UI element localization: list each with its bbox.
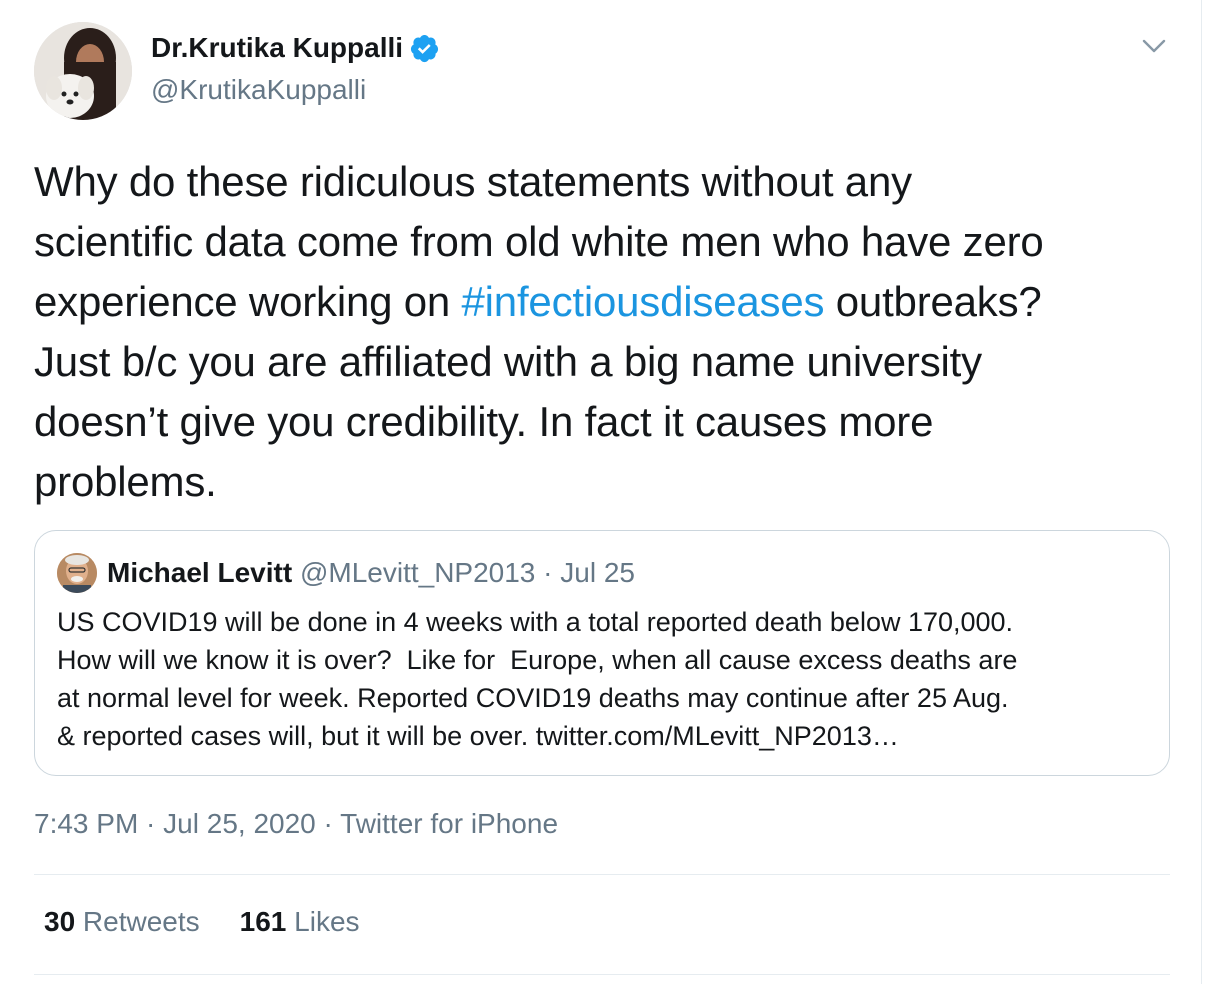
tweet-text-line: problems. [34,458,217,505]
quoted-text-line: & reported cases will, but it will be ov… [57,721,899,751]
quoted-tweet-card[interactable]: Michael Levitt @MLevitt_NP2013 · Jul 25 … [34,530,1170,776]
divider [34,974,1170,975]
quoted-tweet-header: Michael Levitt @MLevitt_NP2013 · Jul 25 [107,557,635,589]
tweet-text-line: Why do these ridiculous statements witho… [34,158,912,205]
retweets-stat[interactable]: 30 Retweets [44,906,200,938]
quoted-text-line: US COVID19 will be done in 4 weeks with … [57,607,1014,637]
quoted-author-avatar [57,553,97,593]
tweet-text-fragment: experience working on [34,278,462,325]
hashtag-link[interactable]: #infectiousdiseases [462,278,825,325]
quoted-tweet-text: US COVID19 will be done in 4 weeks with … [57,603,1157,755]
tweet-text-line: doesn’t give you credibility. In fact it… [34,398,934,445]
author-handle[interactable]: @KrutikaKuppalli [151,74,366,106]
tweet-text-line: scientific data come from old white men … [34,218,1044,265]
likes-count: 161 [239,906,287,937]
author-avatar[interactable] [34,22,132,120]
tweet-text-line-with-hashtag: experience working on #infectiousdisease… [34,272,1174,332]
quoted-text-line: at normal level for week. Reported COVID… [57,683,1009,713]
quoted-author-name: Michael Levitt [107,557,293,588]
chevron-down-icon[interactable] [1140,34,1168,58]
retweets-label: Retweets [75,906,200,937]
retweets-count: 30 [44,906,76,937]
tweet-container: Dr.Krutika Kuppalli @KrutikaKuppalli Why… [0,0,1202,984]
author-name[interactable]: Dr.Krutika Kuppalli [151,32,403,64]
likes-stat[interactable]: 161 Likes [240,906,360,938]
tweet-text-fragment: outbreaks? [824,278,1042,325]
likes-label: Likes [286,906,360,937]
tweet-text: Why do these ridiculous statements witho… [34,152,1174,512]
meta-separator: · [315,808,341,839]
quoted-text-line: How will we know it is over? Like for Eu… [57,645,1018,675]
tweet-timestamp: 7:43 PM · Jul 25, 2020 · Twitter for iPh… [34,808,558,840]
verified-badge-icon [410,34,439,62]
tweet-source-link[interactable]: Twitter for iPhone [340,808,558,839]
tweet-stats: 30 Retweets 161 Likes [44,906,360,938]
quoted-author-meta: @MLevitt_NP2013 · Jul 25 [292,557,635,588]
author-name-row[interactable]: Dr.Krutika Kuppalli [151,32,440,64]
divider [34,874,1170,875]
tweet-date-link[interactable]: Jul 25, 2020 [163,808,316,839]
meta-separator: · [138,808,164,839]
tweet-text-line: Just b/c you are affiliated with a big n… [34,338,982,385]
tweet-time-link[interactable]: 7:43 PM [34,808,138,839]
